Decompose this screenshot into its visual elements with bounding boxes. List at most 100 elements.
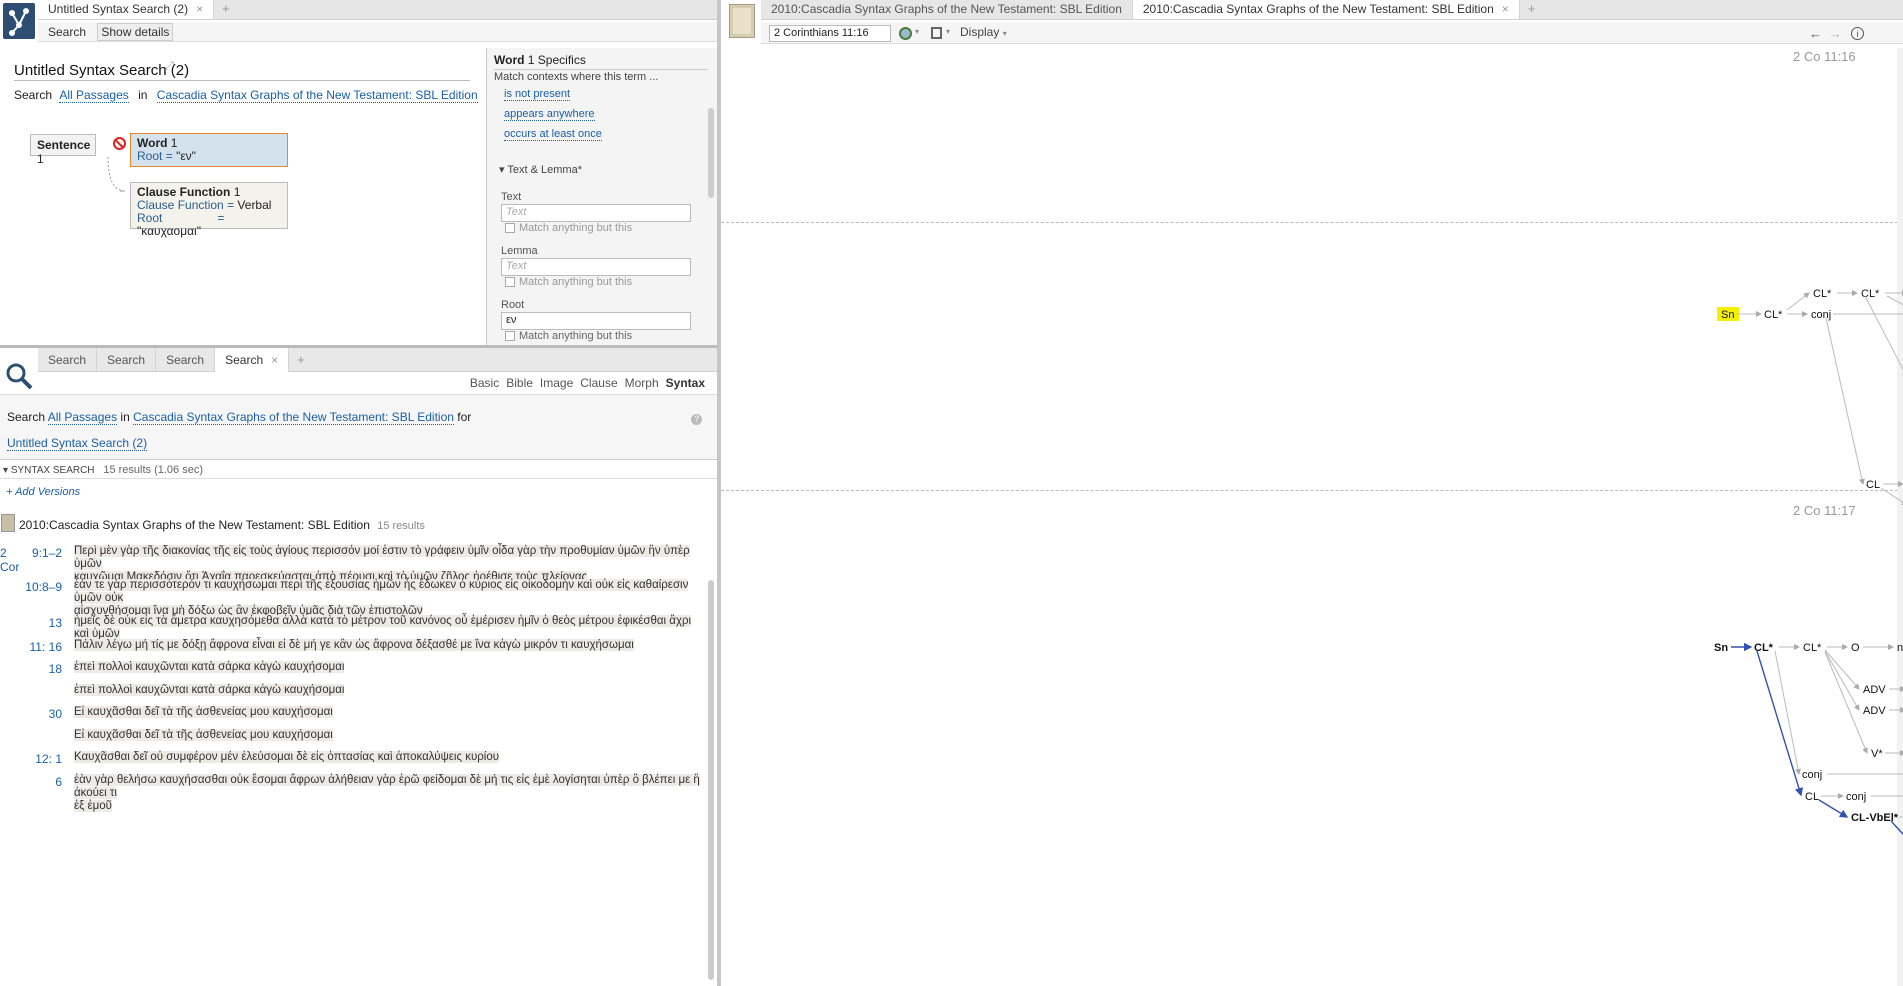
result-reference[interactable]: 11: 16 — [24, 640, 62, 654]
graph-node[interactable]: ADV — [1863, 705, 1886, 717]
specifics-title-rest: 1 Specifics — [527, 53, 586, 67]
clause-function-key: Clause Function — [137, 198, 224, 212]
result-text[interactable]: Πάλιν λέγω μή τίς με δόξῃ ἄφρονα εἶναι ε… — [74, 639, 704, 652]
saved-search-link[interactable]: Untitled Syntax Search (2) — [7, 436, 148, 451]
tab-search-4[interactable]: Search × — [215, 348, 290, 372]
checkbox-icon — [505, 277, 515, 288]
tab-label: Search — [107, 352, 146, 367]
result-reference[interactable]: 13 — [24, 616, 62, 630]
collapse-triangle-icon[interactable]: ▾ — [3, 465, 8, 476]
help-icon[interactable]: ? — [691, 414, 702, 425]
result-line: ἐξ ἐμοῦ — [74, 800, 112, 812]
graph-node[interactable]: CL* — [1803, 642, 1822, 654]
graph-node[interactable]: CL* — [1861, 288, 1880, 300]
root-not-checkbox[interactable]: Match anything but this — [505, 330, 632, 342]
tab-label: Search — [225, 353, 264, 367]
tab-search-2[interactable]: Search — [97, 348, 157, 371]
result-line: ἐπεὶ πολλοὶ καυχῶνται κατὰ σάρκα κἀγὼ κα… — [74, 684, 345, 696]
graph-node[interactable]: V* — [1871, 748, 1883, 760]
result-text[interactable]: ἐπεὶ πολλοὶ καυχῶνται κατὰ σάρκα κἀγὼ κα… — [74, 661, 704, 674]
graph-node[interactable]: Sn — [1714, 642, 1728, 654]
mode-morph[interactable]: Morph — [625, 376, 659, 390]
graph-node[interactable]: Sn — [1721, 309, 1734, 321]
section-title: SYNTAX SEARCH — [10, 465, 95, 476]
graph-edge — [1825, 317, 1865, 485]
resource-book-icon — [1, 514, 15, 532]
specifics-title: Word 1 Specifics — [494, 53, 586, 67]
graph-edge — [1786, 292, 1810, 311]
lemma-not-checkbox[interactable]: Match anything but this — [505, 276, 632, 288]
result-text[interactable]: Εἰ καυχᾶσθαι δεῖ τὰ τῆς ἀσθενείας μου κα… — [74, 706, 704, 719]
mode-bible[interactable]: Bible — [506, 376, 533, 390]
result-reference[interactable]: 30 — [24, 707, 62, 721]
tab-search-1[interactable]: Search — [38, 348, 98, 371]
add-versions-link[interactable]: + Add Versions — [6, 486, 80, 498]
result-text[interactable]: ἐὰν γὰρ θελήσω καυχήσασθαι οὐκ ἔσομαι ἄφ… — [74, 774, 704, 813]
option-at-least-once[interactable]: occurs at least once — [504, 128, 602, 141]
graph-node[interactable]: conj — [1802, 769, 1822, 781]
text-label: Text — [501, 191, 522, 203]
clause-function-node[interactable]: Clause Function 1 Clause Function = Verb… — [130, 182, 288, 238]
search-mode-tabs: Basic Bible Image Clause Morph Syntax — [470, 376, 705, 390]
close-icon[interactable]: × — [271, 350, 278, 370]
result-text[interactable]: ἐάν τε γὰρ περισσότερόν τι καυχήσωμαι πε… — [74, 579, 704, 618]
root-key: Root — [137, 211, 163, 225]
graph-node[interactable]: conj — [1811, 309, 1831, 321]
syntax-search-header: ▾ SYNTAX SEARCH 15 results (1.06 sec) — [0, 459, 717, 479]
graph-node[interactable]: ADV — [1863, 684, 1886, 696]
scope-link[interactable]: All Passages — [47, 410, 118, 425]
option-appears-anywhere[interactable]: appears anywhere — [504, 108, 595, 121]
result-count: 15 results (1.06 sec) — [103, 464, 203, 476]
result-line: ἐπεὶ πολλοὶ καυχῶνται κατὰ σάρκα κἀγὼ κα… — [74, 661, 345, 673]
tab-search-3[interactable]: Search — [156, 348, 216, 371]
option-not-present[interactable]: is not present — [504, 88, 571, 101]
add-tab-icon[interactable]: + — [289, 348, 313, 371]
result-text[interactable]: Εἰ καυχᾶσθαι δεῖ τὰ τῆς ἀσθενείας μου κα… — [74, 729, 704, 742]
graph-node[interactable]: CL — [1805, 791, 1819, 803]
resource-count: 15 results — [377, 520, 425, 532]
result-reference[interactable]: 12: 1 — [24, 752, 62, 766]
result-reference[interactable]: 10:8–9 — [24, 580, 62, 594]
syntax-graph: SnCL*CL*ADVadvp*adv*V*vp*verb*CLADVadvp*… — [1714, 288, 1903, 836]
result-text[interactable]: ἡμεῖς δὲ οὐκ εἰς τὰ ἄμετρα καυχησόμεθα ἀ… — [74, 615, 704, 641]
tab-label: Search — [48, 352, 87, 367]
specifics-divider — [494, 69, 708, 70]
left-bottom-panel: Search Search Search Search × + Basic Bib… — [0, 348, 717, 986]
root-value: "καυχαομαι" — [137, 224, 201, 238]
graph-edge — [1864, 295, 1903, 378]
graph-node[interactable]: conj — [1846, 791, 1866, 803]
resource-link[interactable]: Cascadia Syntax Graphs of the New Testam… — [133, 410, 454, 425]
text-input[interactable]: Text — [501, 204, 691, 222]
search-tabbar: Search Search Search Search × + — [38, 348, 717, 372]
mode-basic[interactable]: Basic — [470, 376, 499, 390]
graph-node[interactable]: CL — [1866, 479, 1880, 491]
result-line: Καυχᾶσθαι δεῖ οὐ συμφέρον μέν ἐλεύσομαι … — [74, 751, 500, 763]
mode-image[interactable]: Image — [540, 376, 573, 390]
checkbox-label: Match anything but this — [519, 276, 633, 288]
mode-clause[interactable]: Clause — [580, 376, 617, 390]
graph-node[interactable]: O — [1851, 642, 1860, 654]
graph-node[interactable]: CL* — [1764, 309, 1783, 321]
text-lemma-section[interactable]: ▾ Text & Lemma* — [499, 163, 582, 176]
root-input[interactable]: εν — [501, 312, 691, 330]
search-magnifier-icon[interactable] — [5, 362, 33, 390]
checkbox-label: Match anything but this — [519, 222, 633, 234]
mode-syntax[interactable]: Syntax — [666, 376, 705, 390]
root-operator: = — [217, 211, 225, 225]
graph-node[interactable]: np* — [1897, 642, 1903, 654]
result-book[interactable]: 2 Cor — [0, 546, 26, 574]
result-reference[interactable]: 9:1–2 — [24, 546, 62, 560]
result-text[interactable]: ἐπεὶ πολλοὶ καυχῶνται κατὰ σάρκα κἀγὼ κα… — [74, 684, 704, 697]
results-scrollbar[interactable] — [708, 580, 714, 980]
text-not-checkbox[interactable]: Match anything but this — [505, 222, 632, 234]
graph-node[interactable]: CL* — [1813, 288, 1832, 300]
lemma-input[interactable]: Text — [501, 258, 691, 276]
right-panel: 2010:Cascadia Syntax Graphs of the New T… — [721, 0, 1903, 986]
clause-number: 1 — [233, 185, 241, 199]
for-label: for — [457, 410, 472, 424]
result-text[interactable]: Καυχᾶσθαι δεῖ οὐ συμφέρον μέν ἐλεύσομαι … — [74, 751, 704, 764]
specifics-scrollbar[interactable] — [708, 108, 714, 198]
tab-label: Search — [166, 352, 205, 367]
result-reference[interactable]: 18 — [24, 662, 62, 676]
result-reference[interactable]: 6 — [24, 775, 62, 789]
